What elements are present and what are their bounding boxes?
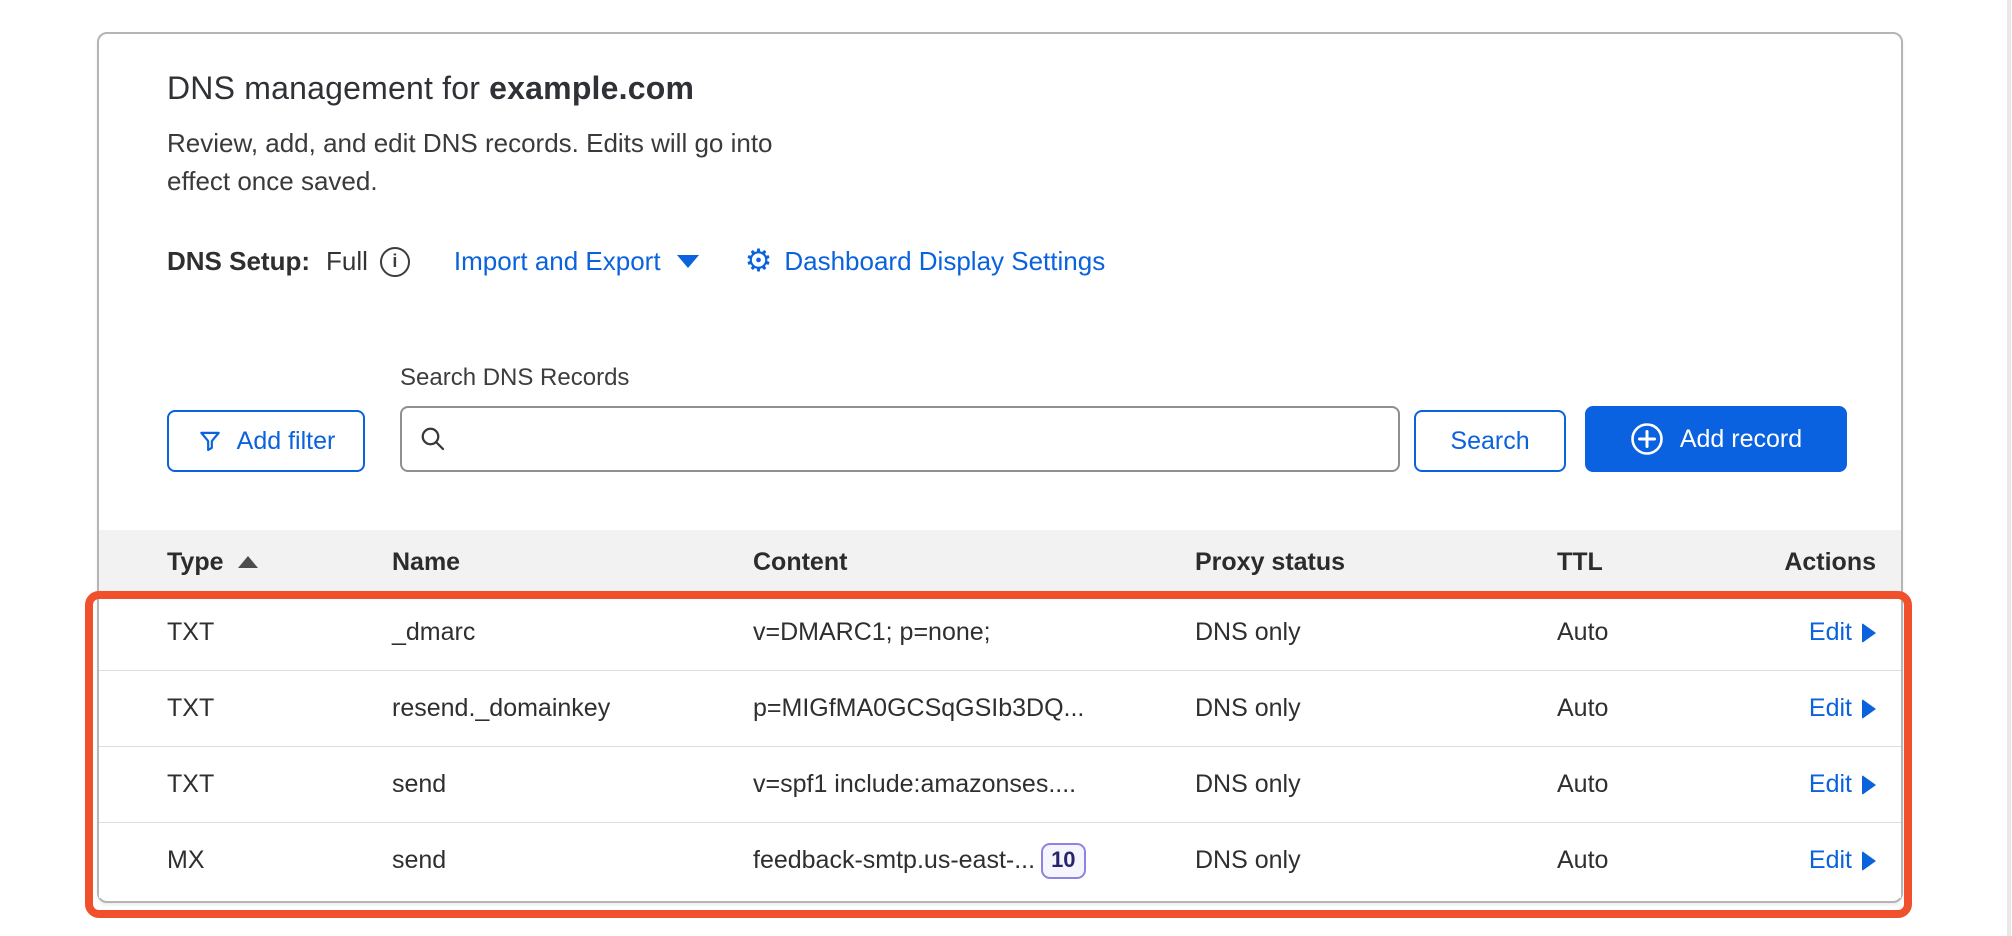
import-export-link[interactable]: Import and Export [454,246,699,277]
cell-name: send [392,770,753,799]
info-icon[interactable]: i [380,247,410,277]
column-header-ttl[interactable]: TTL [1557,548,1761,577]
cell-type: MX [167,846,392,875]
cell-proxy-status: DNS only [1195,618,1557,647]
cell-name: resend._domainkey [392,694,753,723]
cell-content: feedback-smtp.us-east-... [753,846,1035,875]
dns-setup-row: DNS Setup: Full i Import and Export ⚙ Da… [167,246,1105,277]
dns-management-card: DNS management for example.com Review, a… [97,32,1903,903]
search-records-label: Search DNS Records [400,364,629,392]
page-title: DNS management for example.com [167,70,694,107]
table-row-mx: MX send feedback-smtp.us-east-... 10 DNS… [99,822,1901,898]
import-export-label: Import and Export [454,246,661,277]
cell-ttl: Auto [1557,846,1761,875]
caret-right-icon [1862,623,1876,643]
column-header-name[interactable]: Name [392,548,753,577]
scrollbar-track[interactable] [2007,0,2011,936]
column-header-actions: Actions [1784,548,1876,577]
page-subtitle: Review, add, and edit DNS records. Edits… [167,124,782,200]
cell-ttl: Auto [1557,770,1761,799]
mx-priority-badge: 10 [1041,843,1085,879]
caret-right-icon [1862,851,1876,871]
dns-setup-value: Full [326,246,368,277]
add-record-label: Add record [1680,425,1802,454]
caret-right-icon [1862,775,1876,795]
cell-type: TXT [167,770,392,799]
dns-setup-label: DNS Setup: [167,246,310,277]
search-button[interactable]: Search [1414,410,1566,472]
table-row-spf: TXT send v=spf1 include:amazonses.... DN… [99,746,1901,822]
table-header-row: Type Name Content Proxy status TTL Actio… [99,530,1901,594]
cell-type: TXT [167,618,392,647]
add-record-button[interactable]: Add record [1585,406,1847,472]
add-filter-button[interactable]: Add filter [167,410,365,472]
cell-ttl: Auto [1557,694,1761,723]
page-title-domain: example.com [489,70,694,106]
sort-ascending-icon [238,556,258,568]
column-header-type[interactable]: Type [167,548,392,577]
cell-proxy-status: DNS only [1195,770,1557,799]
dashboard-display-settings-link[interactable]: Dashboard Display Settings [784,246,1105,277]
edit-record-button[interactable]: Edit [1809,770,1876,799]
table-row-domainkey: TXT resend._domainkey p=MIGfMA0GCSqGSIb3… [99,670,1901,746]
cell-proxy-status: DNS only [1195,846,1557,875]
gear-icon: ⚙ [745,246,773,277]
edit-record-button[interactable]: Edit [1809,618,1876,647]
cell-name: send [392,846,753,875]
plus-circle-icon [1630,422,1664,456]
search-input[interactable] [460,408,1382,470]
cell-type: TXT [167,694,392,723]
cell-content: p=MIGfMA0GCSqGSIb3DQ... [753,694,1084,723]
chevron-down-icon [677,255,699,268]
column-header-proxy-status[interactable]: Proxy status [1195,548,1557,577]
page-title-prefix: DNS management for [167,70,489,106]
caret-right-icon [1862,699,1876,719]
filter-icon [197,428,223,454]
cell-ttl: Auto [1557,618,1761,647]
column-header-content[interactable]: Content [753,548,1195,577]
add-filter-label: Add filter [237,427,336,456]
edit-record-button[interactable]: Edit [1809,694,1876,723]
cell-name: _dmarc [392,618,753,647]
cell-content: v=DMARC1; p=none; [753,618,991,647]
search-icon [418,424,448,454]
search-input-container [400,406,1400,472]
cell-content: v=spf1 include:amazonses.... [753,770,1076,799]
cell-proxy-status: DNS only [1195,694,1557,723]
edit-record-button[interactable]: Edit [1809,846,1876,875]
dns-records-table: Type Name Content Proxy status TTL Actio… [99,530,1901,898]
table-row-dmarc: TXT _dmarc v=DMARC1; p=none; DNS only Au… [99,594,1901,670]
